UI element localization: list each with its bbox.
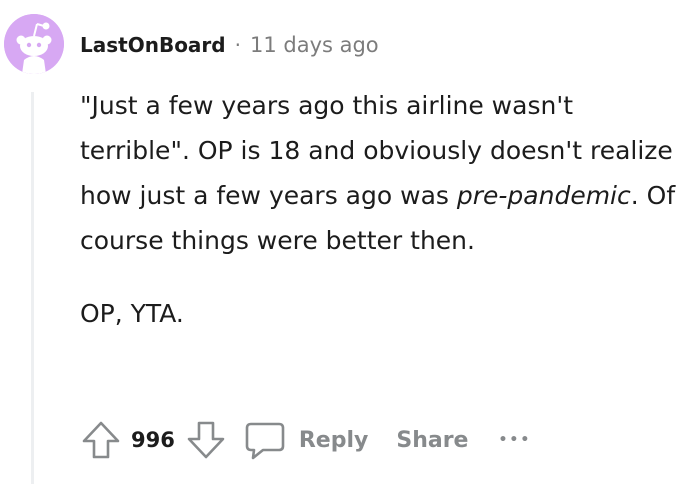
thread-line[interactable] [31, 92, 34, 484]
vote-score: 996 [131, 428, 175, 452]
upvote-icon[interactable] [80, 420, 122, 460]
comment-body: "Just a few years ago this airline wasn'… [80, 83, 680, 336]
comment-timestamp[interactable]: 11 days ago [250, 33, 379, 57]
more-options-button[interactable]: ••• [498, 432, 531, 448]
user-avatar-icon[interactable] [4, 14, 64, 74]
comment-text: OP, YTA. [80, 299, 184, 328]
comment-icon[interactable] [243, 420, 285, 460]
username-link[interactable]: LastOnBoard [80, 33, 226, 57]
downvote-icon[interactable] [185, 420, 227, 460]
meta-separator: · [234, 33, 241, 57]
comment-text-italic: pre- [456, 181, 508, 210]
comment-actions: 996 Reply Share ••• [80, 418, 531, 462]
share-button[interactable]: Share [396, 428, 468, 453]
comment-header: LastOnBoard · 11 days ago [80, 27, 379, 63]
comment: LastOnBoard · 11 days ago "Just a few ye… [0, 0, 700, 486]
comment-paragraph: OP, YTA. [80, 291, 680, 336]
comment-text-italic: pandemic [507, 181, 631, 210]
comment-paragraph: "Just a few years ago this airline wasn'… [80, 83, 680, 263]
reply-button[interactable]: Reply [299, 428, 369, 453]
snoo-icon [4, 14, 64, 74]
